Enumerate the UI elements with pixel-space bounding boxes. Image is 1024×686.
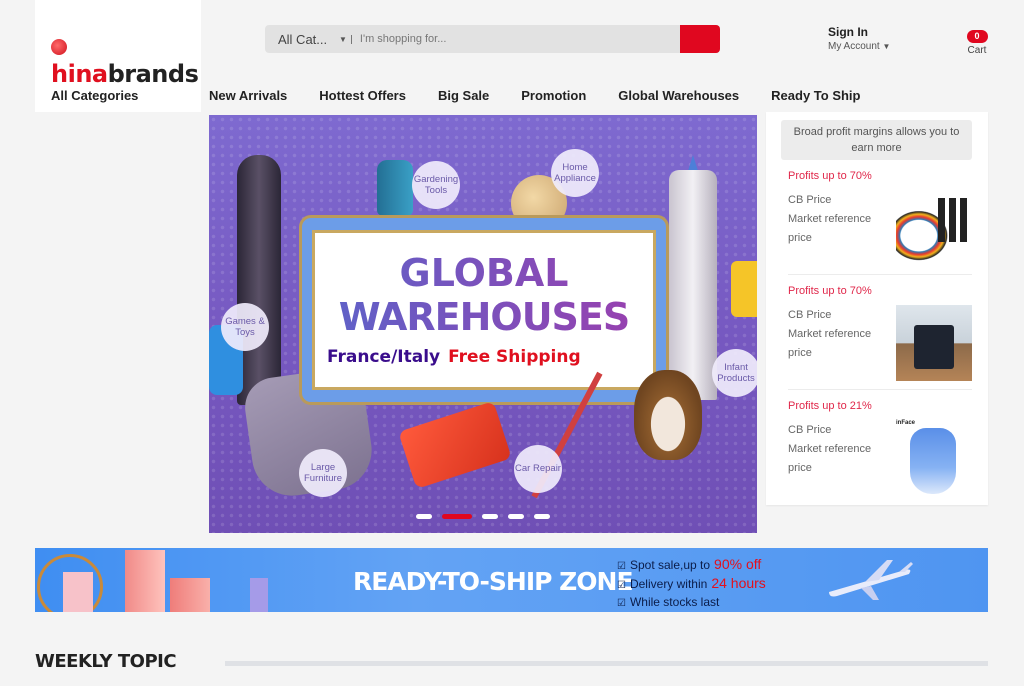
profit-panel: Broad profit margins allows you to earn … <box>766 112 988 505</box>
main-nav: New Arrivals Hottest Offers Big Sale Pro… <box>209 88 892 103</box>
carousel-dot-1[interactable] <box>416 514 432 519</box>
cb-price: CB Price <box>788 194 832 206</box>
tower-image <box>237 155 281 405</box>
ready-to-ship-bullets: ☑ Spot sale,up to 90% off ☑ Delivery within… <box>617 556 766 612</box>
resistance-bands-image[interactable] <box>896 190 972 266</box>
hero-title-line2: WAREHOUSES <box>315 295 653 339</box>
hero-banner[interactable]: GLOBAL WAREHOUSES France/Italy Free Shipp… <box>209 115 757 533</box>
nav-promotion[interactable]: Promotion <box>521 88 586 103</box>
bubble-infant-products[interactable]: Infant Products <box>712 349 757 397</box>
checkbox-icon: ☑ <box>617 598 626 609</box>
uv-sterilizer-image[interactable] <box>896 305 972 381</box>
hamster-toy-image <box>634 370 702 460</box>
logo-panel: hinabrands All Categories <box>35 0 201 112</box>
market-reference: Market reference <box>788 328 872 340</box>
market-reference: Market reference <box>788 213 872 225</box>
carousel-dot-3[interactable] <box>482 514 498 519</box>
profit-note: Broad profit margins allows you to earn … <box>781 120 972 160</box>
nav-global-warehouses[interactable]: Global Warehouses <box>618 88 739 103</box>
hero-subtitle: France/Italy Free Shipping <box>327 347 581 367</box>
carousel-dot-5[interactable] <box>534 514 550 519</box>
checkbox-icon: ☑ <box>617 580 626 591</box>
category-select[interactable]: All Cat... <box>265 32 337 47</box>
cb-price: CB Price <box>788 309 832 321</box>
face-cleanser-image[interactable]: inFace <box>896 420 972 496</box>
globe-icon <box>51 39 67 55</box>
bullet-item: ☑ Delivery within 24 hours <box>617 575 766 591</box>
bubble-large-furniture[interactable]: Large Furniture <box>299 449 347 497</box>
profit-item[interactable]: Profits up to 70% CB Price Market refere… <box>788 160 972 275</box>
nav-hottest-offers[interactable]: Hottest Offers <box>319 88 406 103</box>
my-account-dropdown[interactable]: My Account ▼ <box>828 41 890 52</box>
bubble-gardening-tools[interactable]: Gardening Tools <box>412 161 460 209</box>
market-reference: Market reference <box>788 443 872 455</box>
divider <box>350 34 352 44</box>
chinabrands-logo[interactable]: hinabrands <box>51 32 201 88</box>
profit-item[interactable]: Profits up to 70% CB Price Market refere… <box>788 275 972 390</box>
cart-button[interactable]: 0 Cart <box>962 26 992 56</box>
search-button[interactable] <box>680 25 720 53</box>
ready-to-ship-title: READY-TO-SHIP ZONE <box>353 567 634 596</box>
market-reference-price: price <box>788 462 812 474</box>
checkbox-icon: ☑ <box>617 561 626 572</box>
carousel-pager <box>209 514 757 519</box>
cart-label: Cart <box>967 45 987 56</box>
profit-item[interactable]: Profits up to 21% CB Price Market refere… <box>788 390 972 505</box>
product-brand: inFace <box>896 420 916 426</box>
search-input[interactable] <box>359 33 680 45</box>
nav-new-arrivals[interactable]: New Arrivals <box>209 88 287 103</box>
sprayer-image <box>377 160 413 216</box>
sign-in-link[interactable]: Sign In <box>828 25 890 39</box>
carousel-dot-2[interactable] <box>442 514 472 519</box>
bubble-games-toys[interactable]: Games & Toys <box>221 303 269 351</box>
nav-big-sale[interactable]: Big Sale <box>438 88 489 103</box>
bullet-item: ☑ While stocks last <box>617 595 720 609</box>
bubble-car-repair[interactable]: Car Repair <box>514 445 562 493</box>
hero-title-line1: GLOBAL <box>315 251 653 295</box>
market-reference-price: price <box>788 232 812 244</box>
yellow-toy-image <box>731 261 757 317</box>
weekly-topic-heading: WEEKLY TOPIC <box>35 651 177 672</box>
section-divider <box>225 661 988 666</box>
headline-frame: GLOBAL WAREHOUSES France/Italy Free Shipp… <box>299 215 669 405</box>
profit-percent: Profits up to 70% <box>788 285 872 297</box>
chevron-down-icon[interactable]: ▼ <box>339 35 347 44</box>
nav-ready-to-ship[interactable]: Ready To Ship <box>771 88 860 103</box>
search-bar: All Cat... ▼ <box>265 25 720 53</box>
profit-percent: Profits up to 21% <box>788 400 872 412</box>
market-reference-price: price <box>788 347 812 359</box>
bubble-home-appliance[interactable]: Home Appliance <box>551 149 599 197</box>
carousel-dot-4[interactable] <box>508 514 524 519</box>
church-image <box>669 170 717 400</box>
cart-count-badge: 0 <box>966 30 988 43</box>
ready-to-ship-banner[interactable]: READY-TO-SHIP ZONE ☑ Spot sale,up to 90% o… <box>35 548 988 612</box>
cb-price: CB Price <box>788 424 832 436</box>
chevron-down-icon: ▼ <box>882 42 891 51</box>
bullet-item: ☑ Spot sale,up to 90% off <box>617 556 762 572</box>
profit-percent: Profits up to 70% <box>788 170 872 182</box>
account-menu[interactable]: Sign In My Account ▼ <box>828 25 890 52</box>
city-skyline-image <box>35 548 275 612</box>
all-categories-menu[interactable]: All Categories <box>51 88 138 103</box>
airplane-icon <box>829 560 913 600</box>
